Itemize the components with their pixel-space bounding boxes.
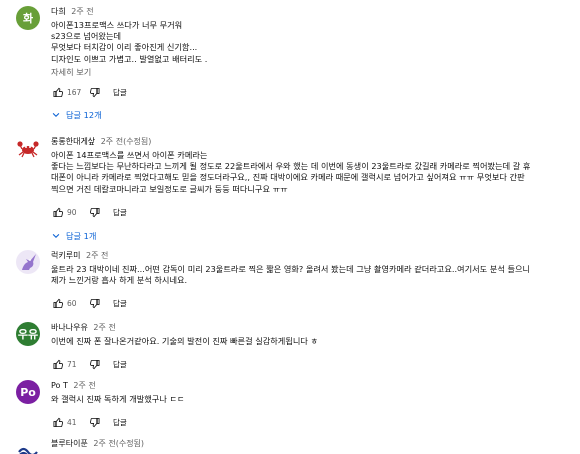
- avatar[interactable]: 우유: [16, 322, 40, 346]
- avatar-letter: 화: [22, 12, 34, 25]
- comment-actions: 60 답글: [51, 296, 568, 310]
- avatar[interactable]: Po: [16, 380, 40, 404]
- comment-text: 아이폰 14프로맥스를 쓰면서 아이폰 카메라는 좋다는 느낌보다는 무난하다라…: [51, 150, 568, 195]
- read-more-link[interactable]: 자세히 보기: [51, 67, 568, 78]
- comment-line: 이번에 진짜 폰 잘나온거같아요. 기술의 발전이 진짜 빠른걸 실감하게됩니다…: [51, 336, 319, 346]
- thumbs-down-icon[interactable]: [87, 296, 101, 310]
- comment-time[interactable]: 2주 전: [86, 251, 108, 260]
- thumbs-down-icon[interactable]: [87, 206, 101, 220]
- thumbs-up-icon[interactable]: [51, 296, 65, 310]
- thumbs-down-icon[interactable]: [87, 357, 101, 371]
- author-name[interactable]: 바나나우유: [51, 323, 88, 332]
- like-count: 71: [67, 359, 77, 369]
- avatar[interactable]: 화: [16, 6, 40, 30]
- wave-icon[interactable]: [16, 438, 40, 454]
- comment-line: 제가 느낀거랑 흡사 하게 분석 하시네요.: [51, 275, 188, 286]
- comment-line: 디자인도 이쁘고 가볍고.. 발열없고 배터리도 .: [51, 53, 208, 64]
- comment-line: 아이폰13프로맥스 쓰다가 너무 무거워: [51, 20, 183, 30]
- comment-actions: 41 답글: [51, 415, 568, 429]
- reply-button[interactable]: 답글: [113, 417, 127, 428]
- comment-time[interactable]: 2주 전: [93, 323, 115, 332]
- like-count: 90: [67, 208, 77, 218]
- comment-text: 와 갤럭시 진짜 독하게 개발했구나 ㄷㄷ: [51, 394, 568, 405]
- comment-line: 울트라 23 대박이네 진짜...어떤 감독이 미리 23울트라로 찍은 짧은 …: [51, 264, 531, 274]
- avatar-letter: 우유: [17, 328, 39, 341]
- author-name[interactable]: 롱롱한대게샆: [51, 137, 95, 146]
- reply-button[interactable]: 답글: [113, 207, 127, 218]
- thumbs-up-icon[interactable]: [51, 357, 65, 371]
- comment-header: 럭키루미 2주 전: [51, 250, 568, 261]
- comment-text: 아이폰13프로맥스 쓰다가 너무 무거워 s23으로 넘어왔는데 무엇보다 터치…: [51, 20, 568, 65]
- chevron-down-icon: [52, 112, 60, 117]
- show-replies-button[interactable]: 답글 1개: [51, 230, 568, 242]
- comment-time[interactable]: 2주 전(수정됨): [101, 137, 152, 146]
- comment-line: s23으로 넘어왔는데: [51, 31, 122, 42]
- thumbs-up-icon[interactable]: [51, 415, 65, 429]
- reply-button[interactable]: 답글: [113, 87, 127, 98]
- like-count: 60: [67, 298, 77, 308]
- comment-header: 바나나우유 2주 전: [51, 322, 568, 333]
- comments-page: 화 다희 2주 전 아이폰13프로맥스 쓰다가 너무 무거워 s23으로 넘어왔…: [0, 0, 580, 454]
- replies-count: 답글 12개: [66, 109, 102, 120]
- comment-line: 와 갤럭시 진짜 독하게 개발했구나 ㄷㄷ: [51, 394, 185, 404]
- author-name[interactable]: Po T: [51, 381, 68, 390]
- comment-line: 찍으면 거진 데칼코마니라고 보일정도로 글씨가 둥둥 떠다니구요 ㅠㅠ: [51, 183, 288, 194]
- thumbs-up-icon[interactable]: [51, 206, 65, 220]
- comment-header: 블루타이푼 2주 전(수정됨): [51, 438, 568, 449]
- show-replies-button[interactable]: 답글 12개: [51, 109, 568, 121]
- author-name[interactable]: 다희: [51, 7, 66, 16]
- comment-line: 좋다는 느낌보다는 무난하다라고 느끼게 될 정도로 22울트라에서 우와 했는…: [51, 161, 531, 172]
- comment-time[interactable]: 2주 전: [71, 7, 93, 16]
- thumbs-down-icon[interactable]: [87, 86, 101, 100]
- comment-line: 대폰이 아니라 카메라로 찍었다고해도 믿을 정도더라구요,, 진짜 대박이에요…: [51, 172, 525, 183]
- avatar-letter: Po: [20, 385, 36, 399]
- comment-line: 아이폰 14프로맥스를 쓰면서 아이폰 카메라는: [51, 150, 208, 160]
- comment-header: Po T 2주 전: [51, 380, 568, 391]
- crab-icon[interactable]: [16, 136, 40, 160]
- reply-button[interactable]: 답글: [113, 359, 127, 370]
- replies-count: 답글 1개: [66, 230, 97, 241]
- author-name[interactable]: 럭키루미: [51, 251, 80, 260]
- like-count: 41: [67, 417, 77, 427]
- author-name[interactable]: 블루타이푼: [51, 439, 88, 448]
- unicorn-icon[interactable]: [16, 250, 40, 274]
- thumbs-down-icon[interactable]: [87, 415, 101, 429]
- comment-actions: 71 답글: [51, 357, 568, 371]
- comment-actions: 90 답글: [51, 206, 568, 220]
- chevron-down-icon: [52, 233, 60, 238]
- comment-line: 무엇보다 터치감이 이리 좋아진게 신기함...: [51, 42, 198, 53]
- comment-time[interactable]: 2주 전(수정됨): [93, 439, 144, 448]
- comment-header: 다희 2주 전: [51, 6, 568, 17]
- comment-header: 롱롱한대게샆 2주 전(수정됨): [51, 136, 568, 147]
- comment-text: 이번에 진짜 폰 잘나온거같아요. 기술의 발전이 진짜 빠른걸 실감하게됩니다…: [51, 336, 568, 347]
- comment-text: 울트라 23 대박이네 진짜...어떤 감독이 미리 23울트라로 찍은 짧은 …: [51, 264, 568, 286]
- reply-button[interactable]: 답글: [113, 298, 127, 309]
- comment-time[interactable]: 2주 전: [73, 381, 95, 390]
- comment-actions: 167 답글: [51, 86, 568, 100]
- like-count: 167: [67, 88, 82, 98]
- thumbs-up-icon[interactable]: [51, 86, 65, 100]
